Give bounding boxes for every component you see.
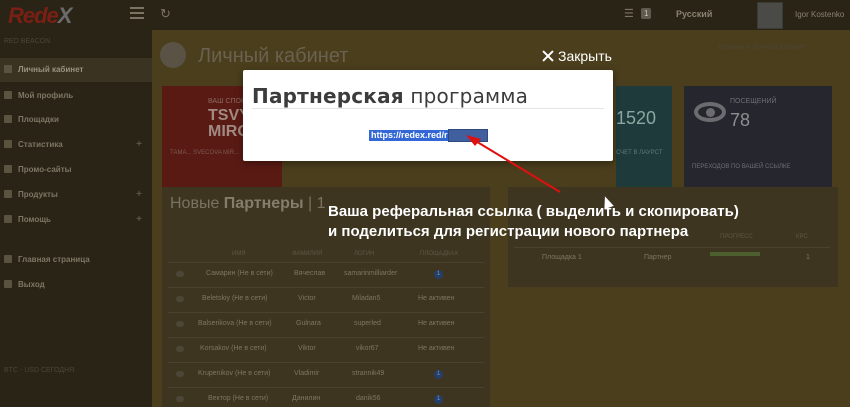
home-icon: [160, 42, 186, 68]
refresh-icon[interactable]: ↻: [160, 6, 171, 22]
table-row[interactable]: Самарин (Не в сети) Вячеслав samarinmillia…: [168, 262, 484, 284]
help-icon: [4, 215, 12, 223]
balance-footer: СЧЕТ В ЛАУРСТ: [616, 150, 663, 156]
column-header: ЛОГИН: [354, 251, 375, 257]
power-icon: [4, 280, 12, 288]
chat-icon[interactable]: [176, 371, 184, 377]
monitor-icon: [4, 165, 12, 173]
sidebar-item-home[interactable]: Главная страница: [0, 248, 152, 272]
home-icon: [4, 65, 12, 73]
column-header: ПЛОЩАДКАХ: [420, 251, 459, 257]
chart-icon: [4, 140, 12, 148]
messages-count-badge: 1: [641, 8, 652, 19]
sidebar: RED BEACON Личный кабинет Мой профиль Пл…: [0, 30, 152, 407]
sponsor-footer: ТАМА... SVECOVA MIR...: [170, 150, 240, 156]
balance-value: 1520: [616, 108, 657, 128]
close-label: Закрыть: [558, 48, 612, 64]
table-row[interactable]: Площадка 1 Партнер 1: [514, 247, 830, 265]
messages-icon[interactable]: ☰: [624, 7, 634, 20]
sidebar-item-help[interactable]: Помощь +: [0, 208, 152, 232]
top-bar: RedeX ↻ ☰ 1 Русский Igor Kostenko: [0, 0, 850, 30]
menu-toggle-icon[interactable]: [130, 7, 144, 19]
globe-icon: [4, 255, 12, 263]
chat-icon[interactable]: [176, 396, 184, 402]
table-row[interactable]: Beletskiy (Не в сети) Victor Miladan5 Не ак…: [168, 287, 484, 309]
chat-icon[interactable]: [176, 321, 184, 327]
column-header: ИМЯ: [232, 251, 246, 257]
panel-title: Новые Партнеры | 1: [170, 195, 326, 212]
user-icon: [4, 91, 12, 99]
visits-value: 78: [730, 110, 751, 130]
column-header: ФАМИЛИЯ: [292, 251, 323, 257]
modal-title: Партнерская программа: [252, 84, 529, 108]
eye-icon: [694, 102, 726, 122]
table-row[interactable]: Balserikova (Не в сети) Gulnara superled Не…: [168, 312, 484, 334]
status-badge: 1: [434, 370, 443, 379]
language-selector[interactable]: Русский: [676, 9, 712, 19]
breadcrumb[interactable]: Главная > Личный кабинет: [718, 44, 805, 51]
sidebar-caption: RED BEACON: [4, 38, 51, 45]
grid-icon: [4, 115, 12, 123]
status-badge: 1: [434, 395, 443, 404]
chat-icon[interactable]: [176, 296, 184, 302]
divider: [252, 108, 604, 109]
expand-icon: +: [136, 139, 142, 150]
btc-rate-caption: BTC - USD СЕГОДНЯ: [4, 367, 75, 374]
table-row[interactable]: Вектор (Не в сети) Данилин danik56 1: [168, 387, 484, 407]
sidebar-item-logout[interactable]: Выход: [0, 273, 152, 297]
visits-card: ПОСЕЩЕНИЙ 78 ПЕРЕХОДОВ ПО ВАШЕЙ ССЫЛКЕ: [684, 86, 832, 188]
expand-icon: +: [136, 189, 142, 200]
referral-link[interactable]: https://redex.red/r: [369, 130, 450, 141]
referral-link-selection[interactable]: [448, 129, 488, 142]
expand-icon: +: [136, 214, 142, 225]
progress-bar: [710, 252, 760, 256]
sidebar-item-stats[interactable]: Статистика +: [0, 133, 152, 157]
username[interactable]: Igor Kostenko: [795, 10, 844, 19]
sidebar-item-products[interactable]: Продукты +: [0, 183, 152, 207]
close-icon: [542, 50, 554, 62]
chat-icon[interactable]: [176, 271, 184, 277]
annotation-text: Ваша реферальная ссылка ( выделить и ско…: [328, 203, 739, 240]
affiliate-modal: Партнерская программа https://redex.red/…: [243, 70, 613, 161]
user-avatar[interactable]: [757, 2, 783, 29]
sidebar-item-sites[interactable]: Площадки: [0, 108, 152, 132]
column-header: КРС: [796, 234, 808, 240]
table-row[interactable]: Korsakov (Не в сети) Viktor vikor67 Не акти…: [168, 337, 484, 359]
progress-fill: [710, 252, 760, 256]
sidebar-item-profile[interactable]: Мой профиль: [0, 84, 152, 108]
redex-logo[interactable]: RedeX: [8, 3, 72, 29]
chat-icon[interactable]: [176, 346, 184, 352]
sidebar-item-promo[interactable]: Промо-сайты: [0, 158, 152, 182]
sidebar-item-dashboard[interactable]: Личный кабинет: [0, 58, 152, 82]
table-row[interactable]: Krupenikov (Не в сети) Vladimir strannik49…: [168, 362, 484, 384]
status-badge: 1: [434, 270, 443, 279]
page-title: Личный кабинет: [198, 45, 349, 67]
close-button[interactable]: Закрыть: [542, 48, 612, 64]
cart-icon: [4, 190, 12, 198]
balance-card: 1520 СЧЕТ В ЛАУРСТ: [616, 86, 672, 188]
visits-footer: ПЕРЕХОДОВ ПО ВАШЕЙ ССЫЛКЕ: [692, 164, 791, 170]
visits-label: ПОСЕЩЕНИЙ: [730, 98, 777, 105]
